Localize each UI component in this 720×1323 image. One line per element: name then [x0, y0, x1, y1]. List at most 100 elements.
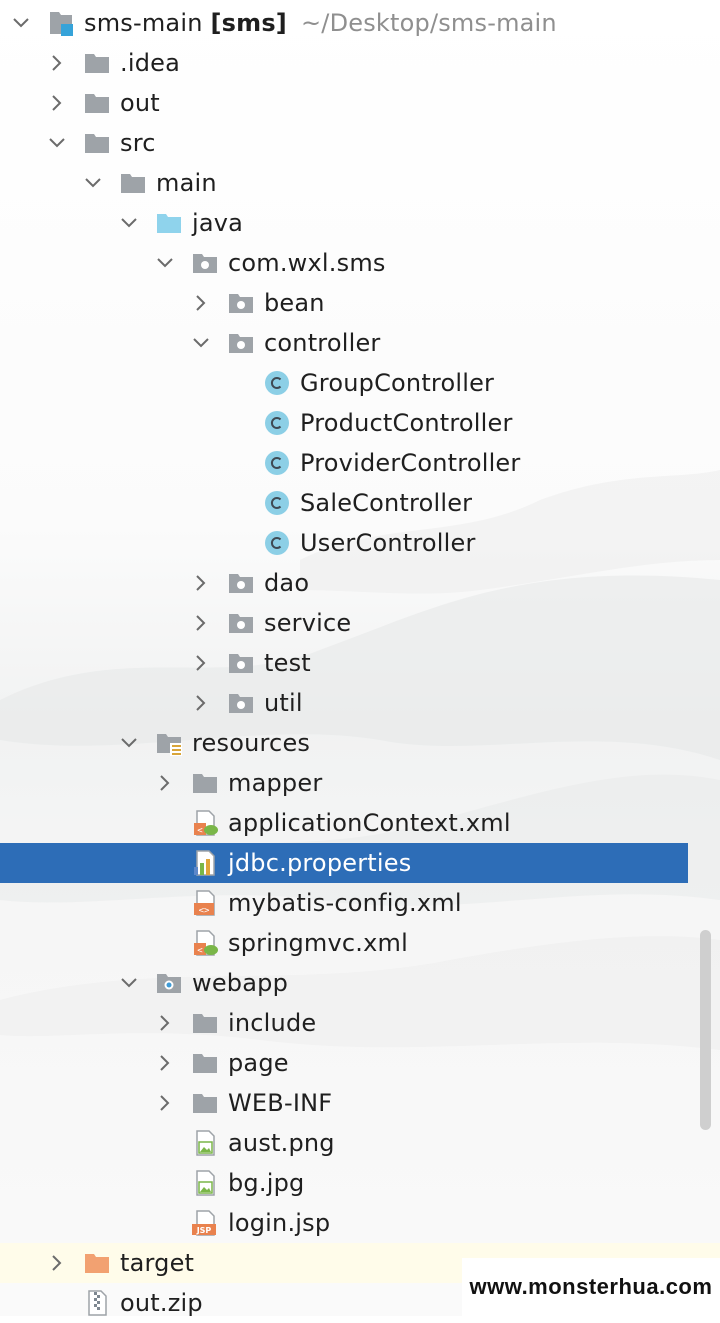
tree-node-label: include — [228, 1009, 317, 1037]
tree-node-label: controller — [264, 329, 381, 357]
module-name: [sms] — [210, 9, 287, 37]
module-icon — [47, 9, 75, 37]
chevron-down-icon[interactable] — [119, 733, 139, 753]
tree-node-label: ProviderController — [300, 449, 521, 477]
chevron-right-icon[interactable] — [191, 573, 211, 593]
tree-node-label: jdbc.properties — [228, 849, 412, 877]
properties-icon — [191, 849, 219, 877]
folder-gray-icon — [191, 769, 219, 797]
tree-node-label: resources — [192, 729, 311, 757]
tree-node-label: mapper — [228, 769, 323, 797]
tree-node-resources[interactable]: resources — [0, 723, 688, 763]
tree-node-test[interactable]: test — [0, 643, 688, 683]
chevron-right-icon[interactable] — [47, 53, 67, 73]
chevron-right-icon[interactable] — [47, 1253, 67, 1273]
tree-node-com-wxl-sms[interactable]: com.wxl.sms — [0, 243, 688, 283]
tree-node-jdbc-properties[interactable]: jdbc.properties — [0, 843, 688, 883]
tree-node-out[interactable]: out — [0, 83, 688, 123]
svg-text:<: < — [197, 826, 203, 836]
tree-node-bean[interactable]: bean — [0, 283, 688, 323]
tree-node-label: login.jsp — [228, 1209, 331, 1237]
tree-node-bg-jpg[interactable]: bg.jpg — [0, 1163, 688, 1203]
class-icon — [263, 409, 291, 437]
chevron-right-icon[interactable] — [191, 693, 211, 713]
package-icon — [191, 249, 219, 277]
tree-node-dao[interactable]: dao — [0, 563, 688, 603]
tree-node-label: src — [120, 129, 156, 157]
folder-gray-icon — [119, 169, 147, 197]
jsp-icon: JSP — [191, 1209, 219, 1237]
folder-gray-icon — [191, 1049, 219, 1077]
tree-node-webapp[interactable]: webapp — [0, 963, 688, 1003]
project-path: ~/Desktop/sms-main — [300, 9, 557, 37]
tree-node-main[interactable]: main — [0, 163, 688, 203]
tree-node-idea[interactable]: .idea — [0, 43, 688, 83]
tree-node-label: com.wxl.sms — [228, 249, 386, 277]
chevron-right-icon[interactable] — [191, 293, 211, 313]
tree-node-application-context-xml[interactable]: < applicationContext.xml — [0, 803, 688, 843]
tree-node-label: page — [228, 1049, 289, 1077]
package-icon — [227, 609, 255, 637]
project-name: sms-main — [84, 9, 211, 37]
tree-node-label: target — [120, 1249, 195, 1277]
tree-node-label: aust.png — [228, 1129, 335, 1157]
chevron-down-icon[interactable] — [83, 173, 103, 193]
folder-web-icon — [155, 969, 183, 997]
chevron-right-icon[interactable] — [191, 613, 211, 633]
tree-node-login-jsp[interactable]: JSP login.jsp — [0, 1203, 688, 1243]
vertical-scrollbar[interactable] — [700, 930, 711, 1130]
tree-node-util[interactable]: util — [0, 683, 688, 723]
class-icon — [263, 369, 291, 397]
svg-text:JSP: JSP — [196, 1226, 212, 1235]
package-icon — [227, 649, 255, 677]
tree-node-label: java — [192, 209, 244, 237]
tree-node-include[interactable]: include — [0, 1003, 688, 1043]
tree-node-page[interactable]: page — [0, 1043, 688, 1083]
folder-gray-icon — [83, 49, 111, 77]
chevron-right-icon[interactable] — [155, 1093, 175, 1113]
tree-node-label: springmvc.xml — [228, 929, 408, 957]
tree-node-service[interactable]: service — [0, 603, 688, 643]
folder-gray-icon — [191, 1089, 219, 1117]
chevron-right-icon[interactable] — [155, 1053, 175, 1073]
chevron-down-icon[interactable] — [155, 253, 175, 273]
image-icon — [191, 1129, 219, 1157]
tree-node-mybatis-config-xml[interactable]: <> mybatis-config.xml — [0, 883, 688, 923]
folder-source-icon — [155, 209, 183, 237]
chevron-down-icon[interactable] — [47, 133, 67, 153]
tree-node-label: GroupController — [300, 369, 495, 397]
tree-node-label: WEB-INF — [228, 1089, 333, 1117]
tree-node-springmvc-xml[interactable]: < springmvc.xml — [0, 923, 688, 963]
folder-gray-icon — [191, 1009, 219, 1037]
chevron-down-icon[interactable] — [119, 973, 139, 993]
tree-node-provider-controller[interactable]: ProviderController — [0, 443, 688, 483]
tree-node-java[interactable]: java — [0, 203, 688, 243]
tree-node-product-controller[interactable]: ProductController — [0, 403, 688, 443]
chevron-down-icon[interactable] — [191, 333, 211, 353]
tree-node-label: UserController — [300, 529, 476, 557]
zip-icon — [83, 1289, 111, 1317]
tree-node-root[interactable]: sms-main [sms] ~/Desktop/sms-main — [0, 3, 688, 43]
chevron-down-icon[interactable] — [119, 213, 139, 233]
tree-node-label: mybatis-config.xml — [228, 889, 462, 917]
tree-node-web-inf[interactable]: WEB-INF — [0, 1083, 688, 1123]
chevron-right-icon[interactable] — [47, 93, 67, 113]
tree-node-label: service — [264, 609, 352, 637]
chevron-right-icon[interactable] — [155, 1013, 175, 1033]
tree-node-label: dao — [264, 569, 310, 597]
tree-node-user-controller[interactable]: UserController — [0, 523, 688, 563]
tree-node-controller[interactable]: controller — [0, 323, 688, 363]
tree-node-group-controller[interactable]: GroupController — [0, 363, 688, 403]
tree-node-sale-controller[interactable]: SaleController — [0, 483, 688, 523]
tree-node-mapper[interactable]: mapper — [0, 763, 688, 803]
tree-node-label: out.zip — [120, 1289, 203, 1317]
chevron-down-icon[interactable] — [11, 13, 31, 33]
folder-gray-icon — [83, 89, 111, 117]
tree-node-label: SaleController — [300, 489, 473, 517]
chevron-right-icon[interactable] — [191, 653, 211, 673]
tree-node-src[interactable]: src — [0, 123, 688, 163]
tree-node-aust-png[interactable]: aust.png — [0, 1123, 688, 1163]
chevron-right-icon[interactable] — [155, 773, 175, 793]
tree-node-label: applicationContext.xml — [228, 809, 511, 837]
folder-gray-icon — [83, 129, 111, 157]
